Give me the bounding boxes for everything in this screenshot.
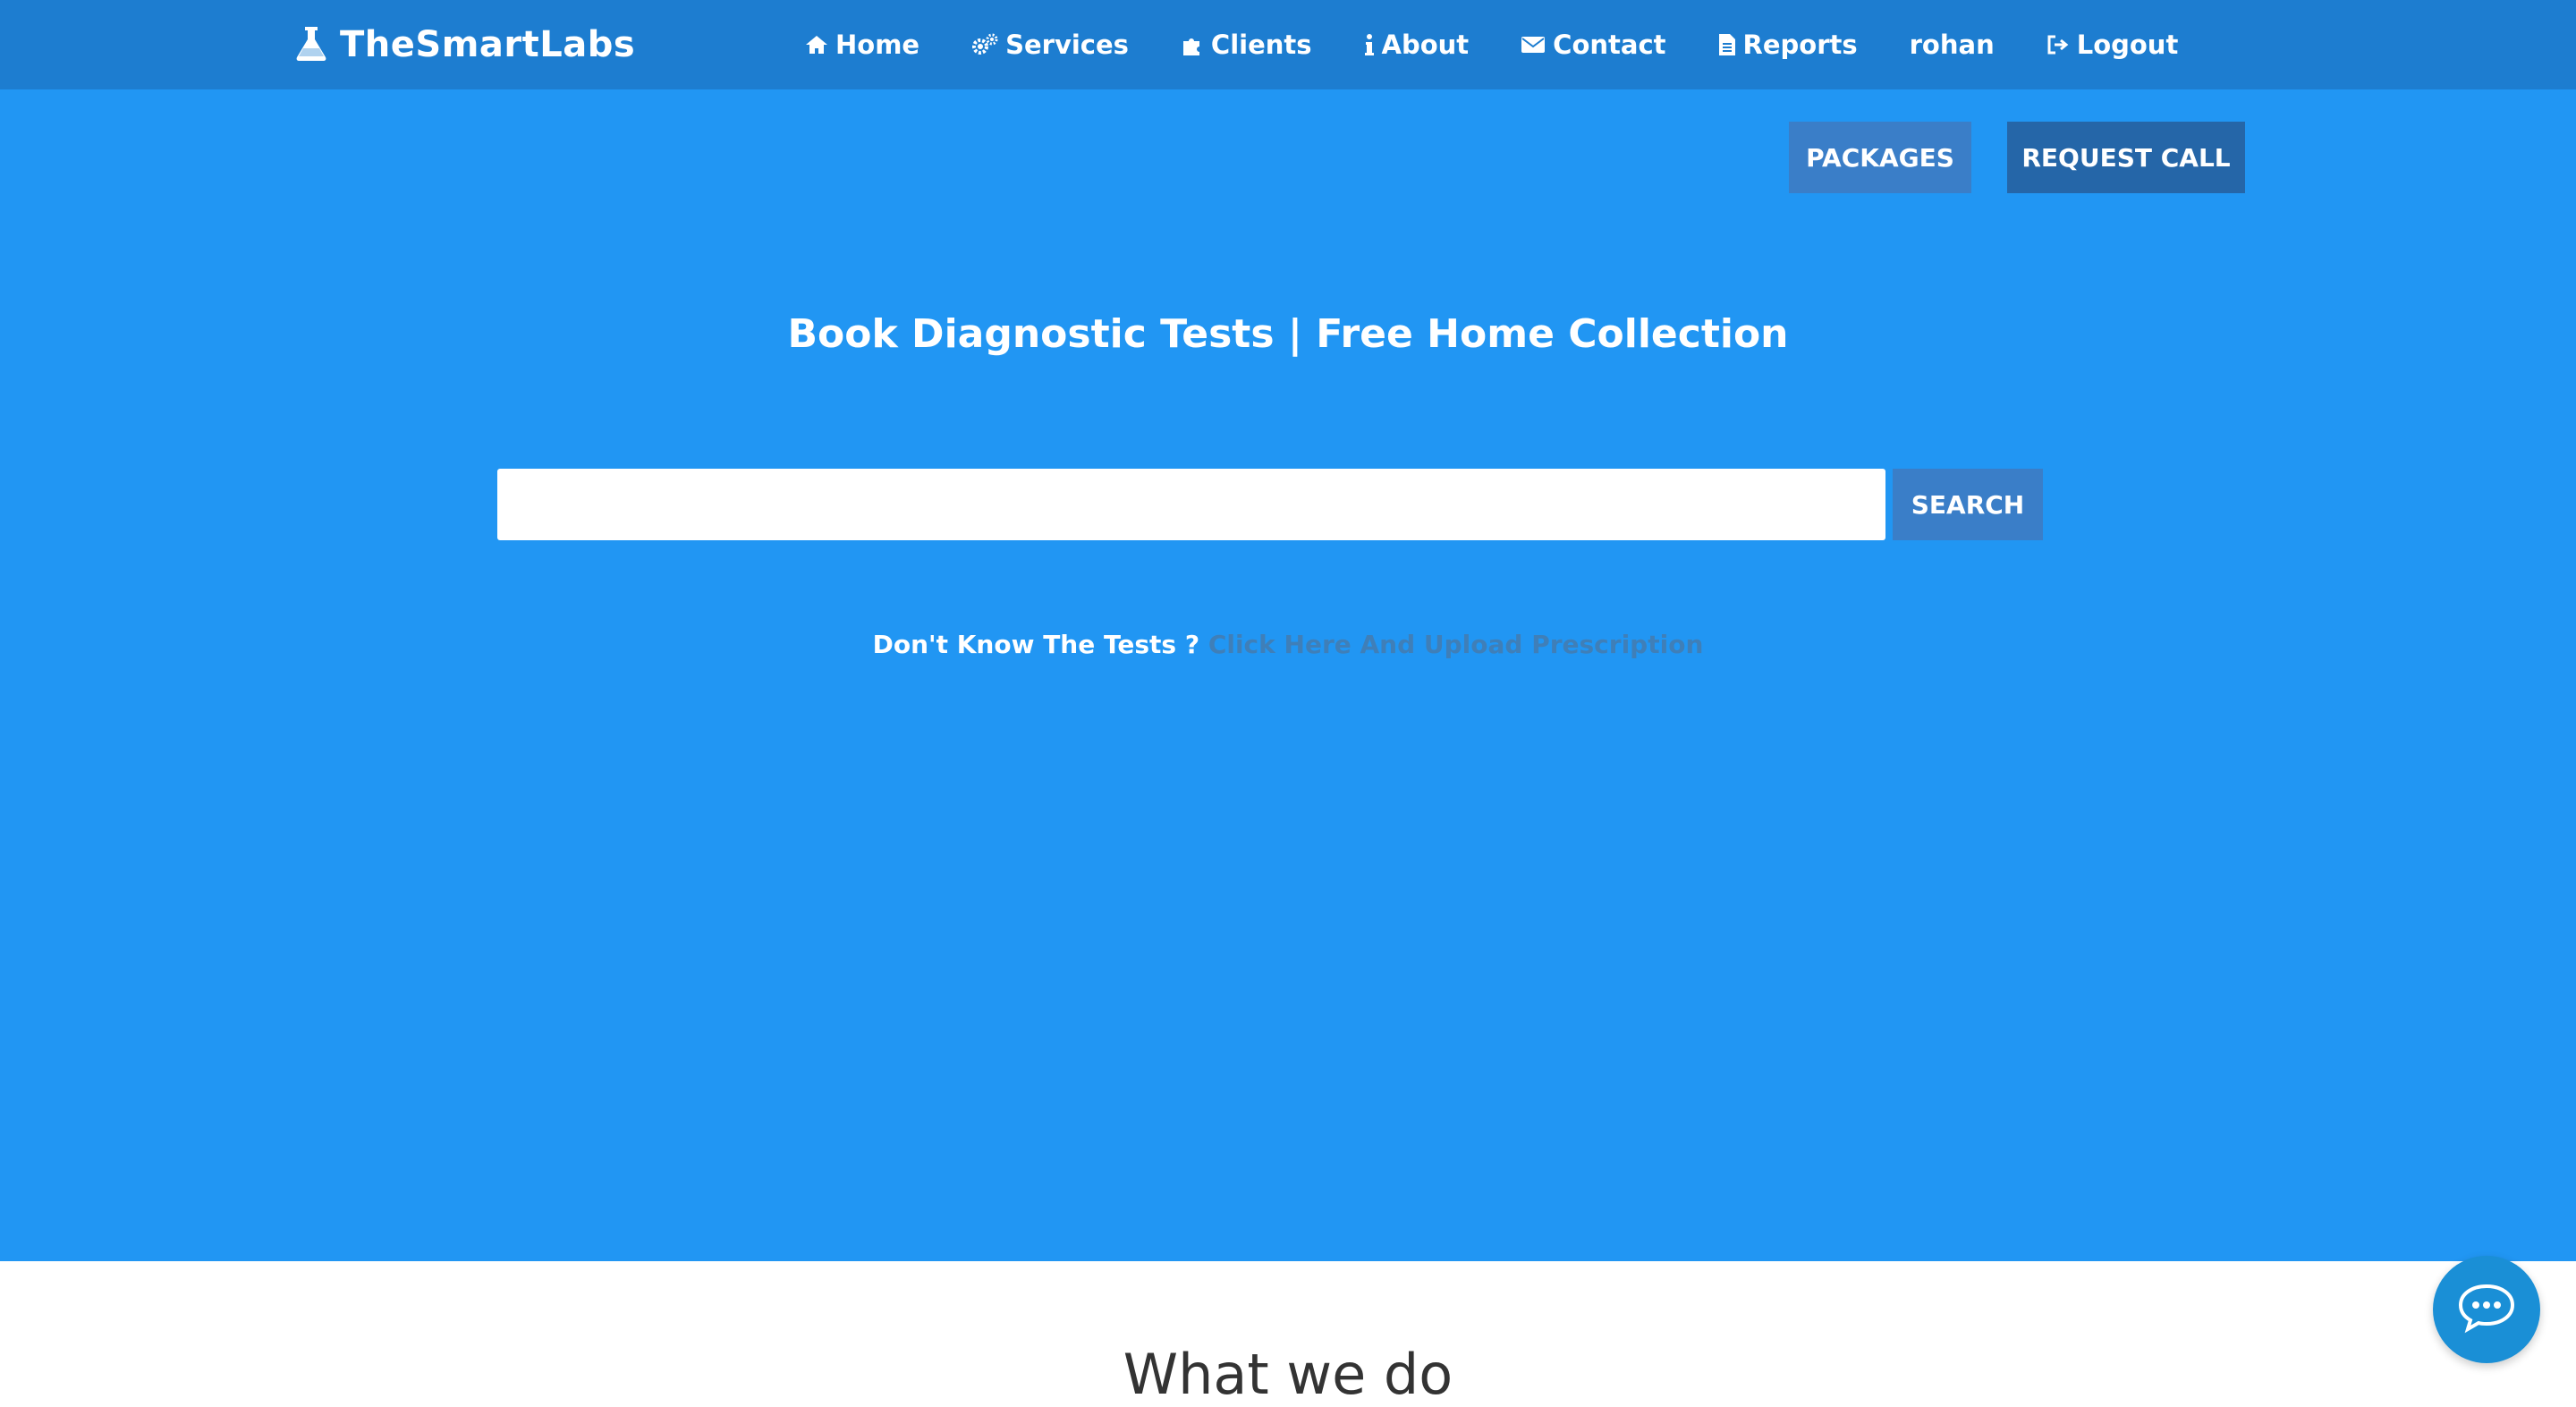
nav-user[interactable]: rohan — [1910, 30, 1995, 60]
nav-logout-label: Logout — [2076, 30, 2179, 60]
brand-logo[interactable]: TheSmartLabs — [295, 18, 635, 72]
nav-logout[interactable]: Logout — [2046, 30, 2179, 60]
search-button[interactable]: SEARCH — [1893, 469, 2043, 540]
hero-section — [0, 89, 2576, 1261]
chat-button[interactable] — [2433, 1256, 2540, 1363]
envelope-icon — [1521, 35, 1546, 55]
nav-about-label: About — [1381, 30, 1470, 60]
nav-user-label: rohan — [1909, 30, 1995, 60]
nav-reports[interactable]: Reports — [1718, 30, 1858, 60]
packages-button[interactable]: PACKAGES — [1789, 122, 1971, 193]
prescription-prompt: Don't Know The Tests ? Click Here And Up… — [0, 630, 2576, 659]
prompt-text: Don't Know The Tests ? — [872, 630, 1200, 659]
nav-about[interactable]: About — [1364, 30, 1470, 60]
request-call-button[interactable]: REQUEST CALL — [2007, 122, 2245, 193]
nav-reports-label: Reports — [1742, 30, 1858, 60]
gears-icon — [971, 33, 998, 56]
section-title: What we do — [1123, 1342, 1453, 1407]
nav-clients-label: Clients — [1210, 30, 1312, 60]
nav-clients[interactable]: Clients — [1181, 30, 1312, 60]
nav-contact-label: Contact — [1553, 30, 1666, 60]
brand-name: TheSmartLabs — [340, 24, 636, 65]
home-icon — [805, 34, 828, 55]
document-icon — [1718, 33, 1736, 56]
upload-prescription-link[interactable]: Click Here And Upload Prescription — [1208, 630, 1704, 659]
nav-services-label: Services — [1005, 30, 1129, 60]
test-search-input[interactable] — [497, 469, 1885, 540]
page-headline: Book Diagnostic Tests | Free Home Collec… — [787, 311, 1789, 357]
nav-home-label: Home — [835, 30, 920, 60]
main-nav: Home Services Clients About Contact Repo… — [805, 18, 2230, 72]
info-icon — [1364, 33, 1375, 56]
logout-icon — [2046, 34, 2070, 55]
nav-home[interactable]: Home — [805, 30, 919, 60]
nav-contact[interactable]: Contact — [1521, 30, 1666, 60]
puzzle-icon — [1181, 33, 1204, 56]
nav-services[interactable]: Services — [971, 30, 1129, 60]
top-navbar: TheSmartLabs Home Services Clients About… — [0, 0, 2576, 89]
chat-bubble-icon — [2455, 1281, 2518, 1338]
flask-icon — [295, 25, 327, 64]
